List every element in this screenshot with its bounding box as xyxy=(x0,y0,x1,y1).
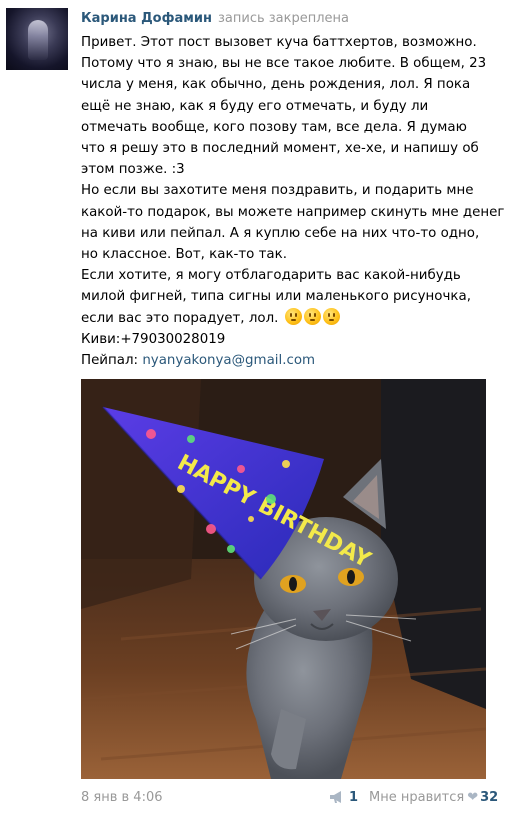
post-text-line: милой фигней, типа сигны или маленького … xyxy=(81,289,471,305)
post-footer: 8 янв в 4:06 1 Мне нравится ❤ 32 xyxy=(81,790,498,808)
post-text-line: ещё не знаю, как я буду его отмечать, и … xyxy=(81,98,429,114)
author-name[interactable]: Карина Дофамин xyxy=(81,11,212,26)
avatar[interactable] xyxy=(6,8,68,70)
post-text-line: числа у меня, как обычно, день рождения,… xyxy=(81,77,471,93)
post-photo[interactable]: HAPPY BIRTHDAY xyxy=(81,379,486,779)
post-text-line: Привет. Этот пост вызовет куча баттхерто… xyxy=(81,35,477,50)
emoji-face-icon xyxy=(284,307,302,325)
like-label: Мне нравится xyxy=(369,790,465,805)
paypal-line: Пейпал: nyanyakonya@gmail.com xyxy=(81,350,491,371)
cat-in-party-hat-image: HAPPY BIRTHDAY xyxy=(81,379,486,779)
like-button[interactable]: Мне нравится ❤ 32 xyxy=(369,790,498,805)
heart-icon: ❤ xyxy=(467,790,479,805)
share-count: 1 xyxy=(349,790,359,805)
emoji-face-icon xyxy=(303,307,321,325)
post-text-line: на киви или пейпал. А я куплю себе на ни… xyxy=(81,225,480,241)
post-text-line: Если хотите, я могу отблагодарить вас ка… xyxy=(81,268,461,284)
post-date[interactable]: 8 янв в 4:06 xyxy=(81,790,163,805)
post-text: Привет. Этот пост вызовет куча баттхерто… xyxy=(81,32,505,371)
paypal-label: Пейпал: xyxy=(81,353,143,369)
pinned-status: запись закреплена xyxy=(218,11,350,26)
emoji-face-icon xyxy=(322,307,340,325)
paypal-email-link[interactable]: nyanyakonya@gmail.com xyxy=(142,353,315,368)
post-text-line: какой-то подарок, вы можете например ски… xyxy=(81,204,505,220)
post-text-line: но классное. Вот, как-то так. xyxy=(81,247,287,263)
share-button[interactable]: 1 xyxy=(329,790,358,805)
post-text-line: этом позже. :3 xyxy=(81,162,185,178)
post-text-line: Потому что я знаю, вы не все такое любит… xyxy=(81,56,487,72)
post-text-line: что я решу это в последний момент, хе-хе… xyxy=(81,141,479,157)
post-text-line: отмечать вообще, кого позову там, все де… xyxy=(81,119,467,135)
post-header: Карина Дофамин запись закреплена xyxy=(81,11,349,27)
post-text-line: если вас это порадует, лол. xyxy=(81,310,279,326)
qiwi-line: Киви:+79030028019 xyxy=(81,331,226,347)
megaphone-icon xyxy=(330,791,341,803)
post-text-line: Но если вы захотите меня поздравить, и п… xyxy=(81,183,474,199)
like-count: 32 xyxy=(480,790,499,805)
post-text-line-emoji: если вас это порадует, лол. xyxy=(81,307,491,329)
